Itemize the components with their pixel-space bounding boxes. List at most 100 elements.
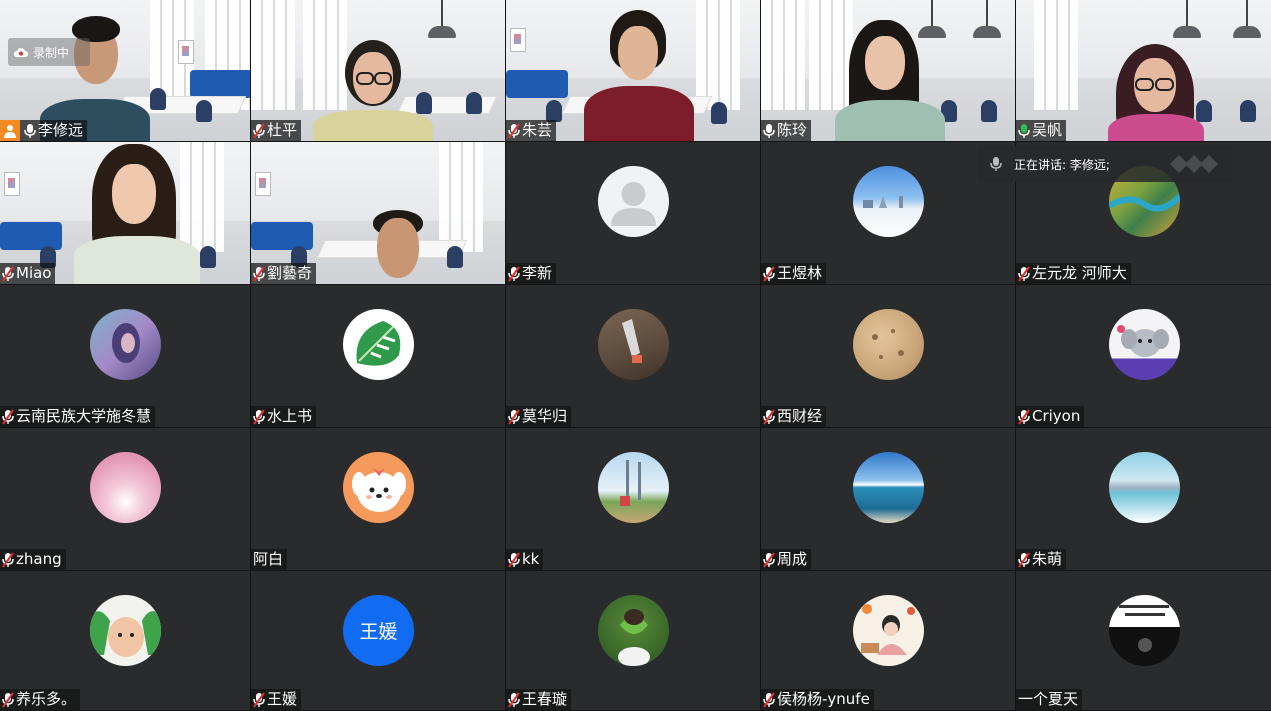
- participant-tile-video[interactable]: 吴帆: [1016, 0, 1271, 142]
- participant-tile-video[interactable]: 陈玲: [761, 0, 1015, 142]
- participant-name-label: 养乐多。: [0, 689, 81, 710]
- participant-tile-avatar[interactable]: 一个夏天: [1016, 571, 1271, 711]
- participant-name-label: 李修远: [0, 120, 88, 141]
- cartoon-dog-avatar: [343, 452, 414, 523]
- participant-tile-avatar[interactable]: 朱萌: [1016, 428, 1271, 571]
- mic-muted-icon: [253, 122, 265, 139]
- pink-feathers-avatar: [90, 452, 161, 523]
- participant-tile-avatar[interactable]: zhang: [0, 428, 250, 571]
- participant-tile-avatar[interactable]: 周成: [761, 428, 1015, 571]
- participant-tile-avatar[interactable]: 水上书: [251, 285, 505, 428]
- participant-name: 侯杨杨-ynufe: [777, 690, 870, 708]
- participant-name: 吴帆: [1032, 121, 1063, 139]
- participant-name: 李新: [522, 264, 553, 282]
- active-speaker-label: 正在讲话: 李修远;: [1014, 157, 1110, 172]
- participant-tile-video[interactable]: 杜平: [251, 0, 505, 142]
- participant-name: 李修远: [38, 121, 84, 139]
- video-grid: 录制中 李修远 杜平 朱芸 陈玲 吴帆 Miao 劉藝奇 李新 王煜林 左元龙 …: [0, 0, 1271, 711]
- participant-name-label: zhang: [0, 549, 66, 570]
- mic-muted-icon: [253, 408, 265, 425]
- participant-name: 王媛: [267, 690, 298, 708]
- participant-name-label: 莫华归: [506, 406, 572, 427]
- active-speaker-bar: 正在讲话: 李修远;: [978, 146, 1232, 182]
- sand-texture-avatar: [853, 309, 924, 380]
- participant-name: Miao: [16, 264, 52, 282]
- participant-tile-video[interactable]: 录制中 李修远: [0, 0, 250, 142]
- mic-on-icon: [24, 123, 36, 139]
- mic-on-icon: [763, 123, 775, 139]
- participant-tile-avatar[interactable]: Criyon: [1016, 285, 1271, 428]
- mic-muted-icon: [508, 408, 520, 425]
- participant-name: 王春璇: [522, 690, 568, 708]
- participant-name: zhang: [16, 550, 62, 568]
- recording-label: 录制中: [33, 45, 70, 60]
- participant-tile-avatar[interactable]: 莫华归: [506, 285, 760, 428]
- girl-leaf-avatar: [598, 595, 669, 666]
- participant-name-label: 一个夏天: [1016, 689, 1083, 710]
- participant-name: 莫华归: [522, 407, 568, 425]
- participant-name: Criyon: [1032, 407, 1081, 425]
- mic-muted-icon: [2, 408, 14, 425]
- initials-avatar: 王媛: [343, 595, 414, 666]
- mic-muted-icon: [508, 551, 520, 568]
- participant-name: 周成: [777, 550, 808, 568]
- participant-tile-avatar[interactable]: 养乐多。: [0, 571, 250, 711]
- mic-muted-icon: [253, 691, 265, 708]
- mic-muted-icon: [1018, 265, 1030, 282]
- participant-tile-avatar[interactable]: 李新: [506, 142, 760, 285]
- participant-name-label: 云南民族大学施冬慧: [0, 406, 156, 427]
- mic-muted-icon: [763, 551, 775, 568]
- participant-tile-avatar[interactable]: kk: [506, 428, 760, 571]
- participant-name-label: Miao: [0, 263, 56, 284]
- participant-name-label: 左元龙 河师大: [1016, 263, 1131, 284]
- participant-name: 朱萌: [1032, 550, 1063, 568]
- host-icon: [0, 120, 20, 141]
- mic-muted-icon: [253, 265, 265, 282]
- participant-tile-video[interactable]: 劉藝奇: [251, 142, 505, 285]
- participant-name: 杜平: [267, 121, 298, 139]
- participant-name: 王煜林: [777, 264, 823, 282]
- participant-name-label: 王媛: [251, 689, 302, 710]
- participant-name: 养乐多。: [16, 690, 77, 708]
- participant-name-label: 西财经: [761, 406, 827, 427]
- snow-landscape-avatar: [853, 166, 924, 237]
- participant-name: kk: [522, 550, 540, 568]
- participant-tile-avatar[interactable]: 西财经: [761, 285, 1015, 428]
- participant-tile-video[interactable]: Miao: [0, 142, 250, 285]
- participant-name: 陈玲: [777, 121, 808, 139]
- participant-name-label: 阿白: [251, 549, 288, 570]
- mic-muted-icon: [2, 265, 14, 282]
- mic-icon: [978, 156, 1014, 172]
- default-avatar-icon: [598, 166, 669, 237]
- mic-muted-icon: [508, 122, 520, 139]
- participant-name-label: 吴帆: [1016, 120, 1067, 141]
- painting-woman-avatar: [90, 309, 161, 380]
- participant-tile-avatar[interactable]: 侯杨杨-ynufe: [761, 571, 1015, 711]
- participant-tile-avatar[interactable]: 王煜林: [761, 142, 1015, 285]
- mic-on-icon: [1018, 123, 1030, 139]
- participant-name: 劉藝奇: [267, 264, 313, 282]
- participant-tile-avatar[interactable]: 阿白: [251, 428, 505, 571]
- participant-tile-video[interactable]: 朱芸: [506, 0, 760, 142]
- mic-muted-icon: [508, 265, 520, 282]
- participant-name-label: 侯杨杨-ynufe: [761, 689, 874, 710]
- ocean-sky-avatar: [853, 452, 924, 523]
- mic-muted-icon: [1018, 408, 1030, 425]
- participant-name-label: 陈玲: [761, 120, 812, 141]
- participant-name-label: kk: [506, 549, 544, 570]
- participant-name-label: 周成: [761, 549, 812, 570]
- participant-name-label: 朱芸: [506, 120, 557, 141]
- participant-name: 一个夏天: [1018, 690, 1079, 708]
- mic-muted-icon: [2, 551, 14, 568]
- participant-tile-avatar[interactable]: 王媛 王媛: [251, 571, 505, 711]
- participant-name-label: 杜平: [251, 120, 302, 141]
- mic-muted-icon: [1018, 551, 1030, 568]
- mic-muted-icon: [763, 265, 775, 282]
- recording-badge[interactable]: 录制中: [8, 38, 90, 66]
- participant-tile-avatar[interactable]: 王春璇: [506, 571, 760, 711]
- dark-text-photo-avatar: [1108, 595, 1180, 666]
- participant-tile-avatar[interactable]: 云南民族大学施冬慧: [0, 285, 250, 428]
- participant-name-label: Criyon: [1016, 406, 1085, 427]
- beach-towers-avatar: [598, 452, 669, 523]
- participant-name-label: 水上书: [251, 406, 317, 427]
